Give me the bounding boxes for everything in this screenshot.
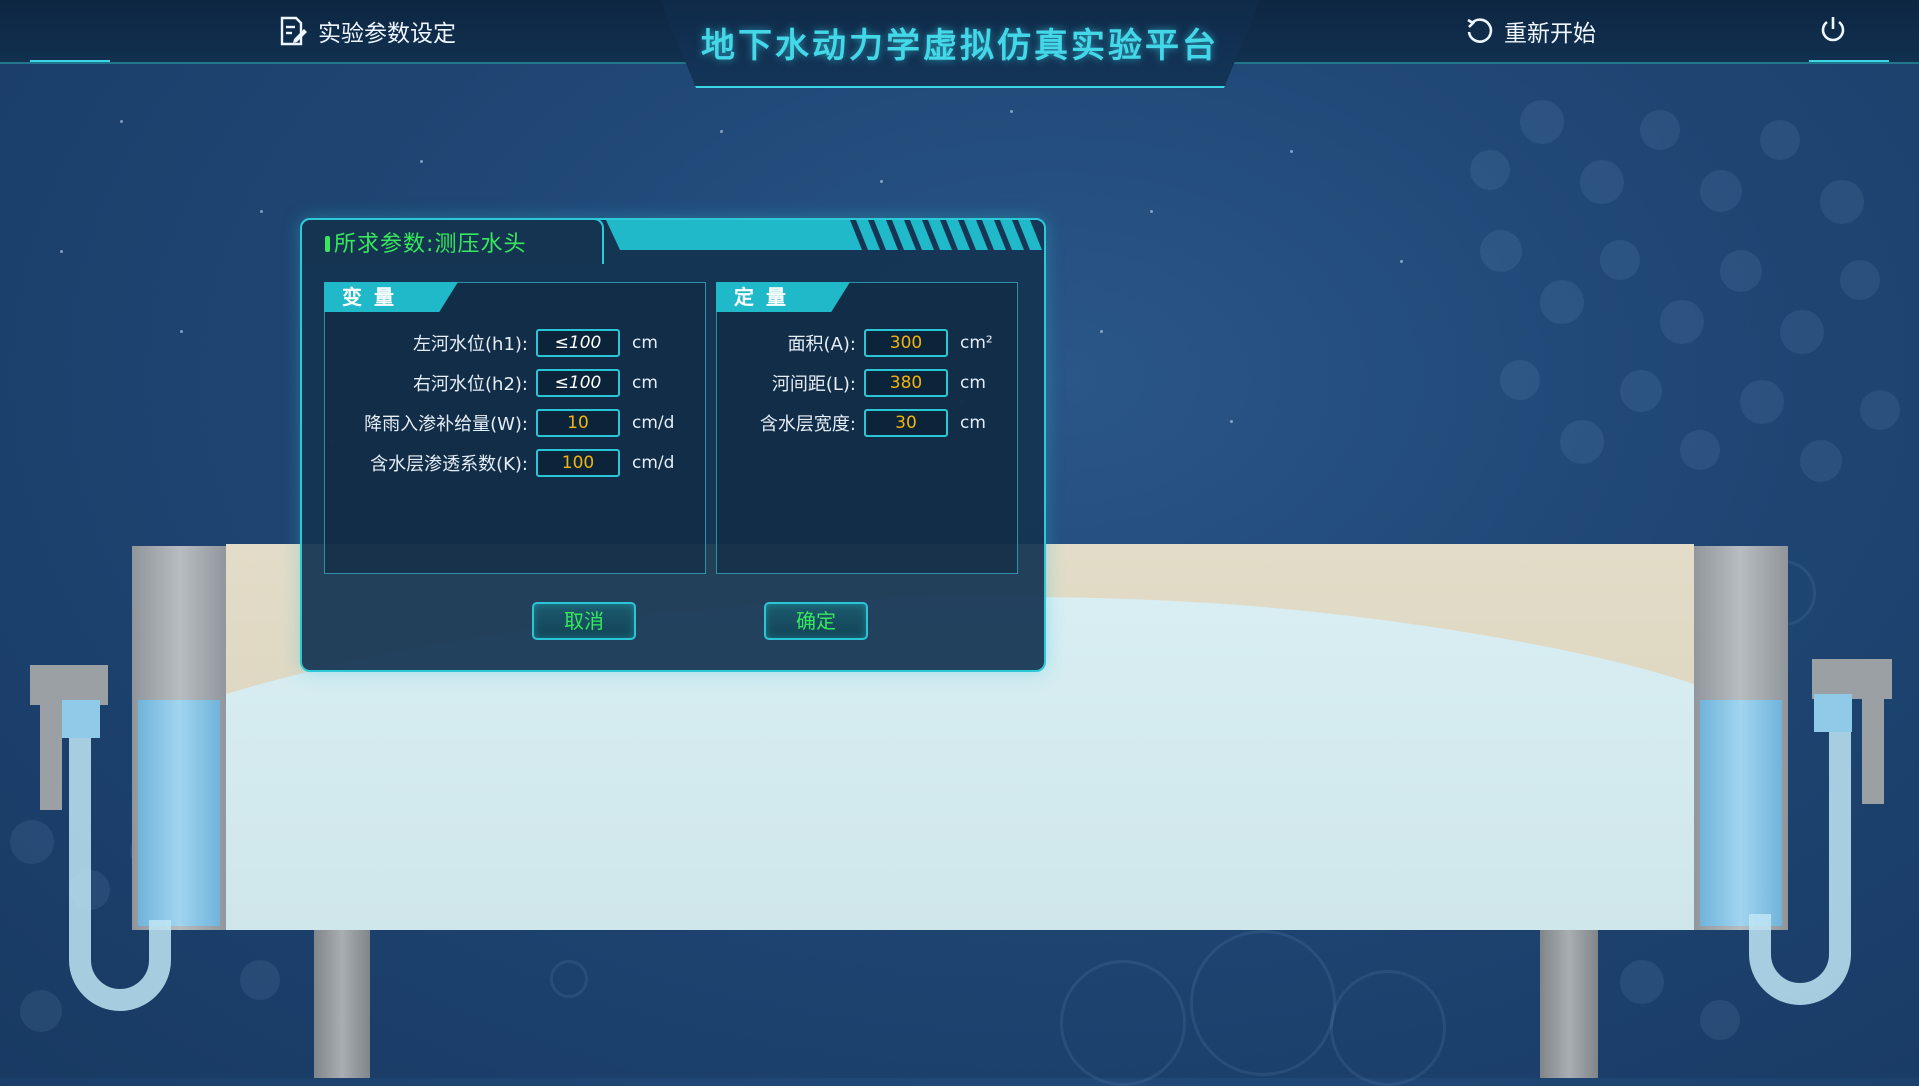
refresh-icon — [1464, 16, 1494, 46]
dialog-title: 所求参数:测压水头 — [325, 226, 526, 258]
field-label: 降雨入渗补给量(W): — [364, 414, 528, 435]
field-unit: cm/d — [632, 453, 675, 473]
left-manometer — [30, 665, 171, 1011]
field-unit: cm — [632, 373, 658, 393]
field-label: 含水层渗透系数(K): — [370, 454, 528, 475]
constant-row-distance: 河间距(L): 380 cm — [716, 369, 986, 397]
power-button[interactable] — [1818, 14, 1848, 44]
field-label: 面积(A): — [787, 334, 856, 355]
dialog-header-decoration — [606, 220, 1042, 250]
app-title: 地下水动力学虚拟仿真实验平台 — [701, 26, 1219, 66]
experiment-settings-button[interactable]: 实验参数设定 — [276, 14, 456, 48]
field-unit: cm² — [960, 333, 993, 353]
variable-row-h1: 左河水位(h1): ≤100 cm — [324, 329, 658, 357]
constant-row-area: 面积(A): 300 cm² — [716, 329, 993, 357]
field-label: 右河水位(h2): — [413, 374, 528, 395]
power-icon — [1818, 14, 1848, 44]
river-distance-input[interactable]: 380 — [864, 369, 948, 397]
tank-leg-right — [1540, 930, 1598, 1078]
field-unit: cm/d — [632, 413, 675, 433]
confirm-button[interactable]: 确定 — [764, 602, 868, 640]
top-bar-accent-left — [30, 60, 110, 62]
right-river-level-input[interactable]: ≤100 — [536, 369, 620, 397]
field-unit: cm — [632, 333, 658, 353]
edit-document-icon — [276, 15, 308, 47]
field-label: 左河水位(h1): — [413, 334, 528, 355]
field-label: 河间距(L): — [771, 374, 856, 395]
variables-section-label: 变量 — [324, 282, 458, 312]
constant-row-width: 含水层宽度: 30 cm — [716, 409, 986, 437]
field-label: 含水层宽度: — [759, 414, 856, 435]
restart-button[interactable]: 重新开始 — [1464, 14, 1596, 48]
tank-leg-left — [314, 930, 370, 1078]
dialog-title-prefix: 所求参数 — [334, 232, 427, 257]
variable-row-k: 含水层渗透系数(K): 100 cm/d — [324, 449, 674, 477]
right-manometer — [1749, 659, 1892, 1005]
left-river-level-input[interactable]: ≤100 — [536, 329, 620, 357]
area-input[interactable]: 300 — [864, 329, 948, 357]
constants-section-label: 定量 — [716, 282, 850, 312]
dialog-title-marker — [325, 236, 330, 252]
aquifer-width-input[interactable]: 30 — [864, 409, 948, 437]
top-bar-accent-right — [1809, 60, 1889, 62]
dialog-title-value: 测压水头 — [434, 232, 527, 257]
experiment-settings-label: 实验参数设定 — [318, 21, 456, 47]
field-unit: cm — [960, 373, 986, 393]
restart-label: 重新开始 — [1504, 21, 1596, 47]
variable-row-w: 降雨入渗补给量(W): 10 cm/d — [324, 409, 674, 437]
variable-row-h2: 右河水位(h2): ≤100 cm — [324, 369, 658, 397]
cancel-button[interactable]: 取消 — [532, 602, 636, 640]
recharge-input[interactable]: 10 — [536, 409, 620, 437]
conductivity-input[interactable]: 100 — [536, 449, 620, 477]
field-unit: cm — [960, 413, 986, 433]
